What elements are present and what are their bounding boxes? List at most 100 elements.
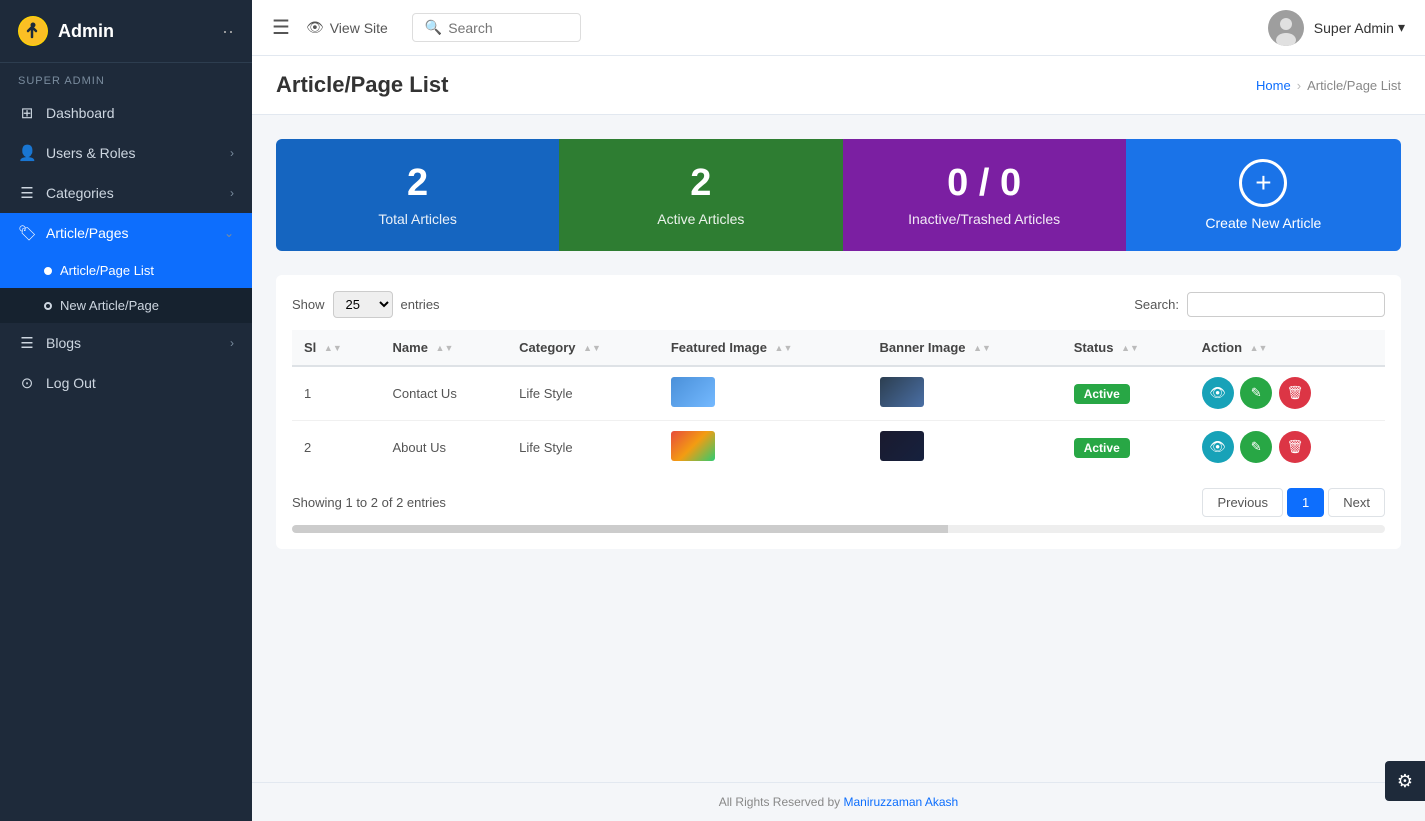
plus-icon: + bbox=[1239, 159, 1287, 207]
view-site-link[interactable]: 👁 View Site bbox=[306, 19, 388, 36]
avatar bbox=[1268, 10, 1304, 46]
create-label: Create New Article bbox=[1205, 215, 1321, 231]
show-label: Show bbox=[292, 297, 325, 312]
sidebar-sub-item-new-article[interactable]: New Article/Page bbox=[0, 288, 252, 323]
sidebar-item-dashboard[interactable]: ⊞ Dashboard bbox=[0, 93, 252, 133]
breadcrumb-home[interactable]: Home bbox=[1256, 78, 1291, 93]
settings-icon: ⚙ bbox=[1397, 771, 1413, 792]
table-search: Search: bbox=[1134, 292, 1385, 317]
scrollbar[interactable] bbox=[292, 525, 1385, 533]
active-articles-card[interactable]: 2 Active Articles bbox=[559, 139, 842, 251]
previous-button[interactable]: Previous bbox=[1202, 488, 1283, 517]
sidebar-item-article-pages[interactable]: 🏷 Article/Pages ⌄ bbox=[0, 213, 252, 253]
cell-sl: 1 bbox=[292, 366, 381, 421]
entries-select[interactable]: 25 10 50 100 bbox=[333, 291, 393, 318]
featured-image-thumb bbox=[671, 377, 715, 407]
total-articles-label: Total Articles bbox=[378, 211, 457, 227]
edit-button[interactable]: ✎ bbox=[1240, 431, 1272, 463]
username-label[interactable]: Super Admin ▾ bbox=[1314, 19, 1405, 36]
cell-sl: 2 bbox=[292, 420, 381, 474]
search-label: Search: bbox=[1134, 297, 1179, 312]
sidebar-sub-menu: Article/Page List New Article/Page bbox=[0, 253, 252, 323]
sort-icon[interactable]: ▲▼ bbox=[436, 344, 454, 353]
table-controls: Show 25 10 50 100 entries Search: bbox=[292, 291, 1385, 318]
chevron-icon: › bbox=[230, 336, 234, 350]
view-button[interactable]: 👁 bbox=[1202, 431, 1234, 463]
create-article-card[interactable]: + Create New Article bbox=[1126, 139, 1401, 251]
blogs-icon: ☰ bbox=[18, 334, 36, 352]
sidebar-item-label: Categories bbox=[46, 185, 220, 201]
search-input[interactable] bbox=[448, 20, 568, 36]
col-status: Status ▲▼ bbox=[1062, 330, 1190, 366]
chevron-down-icon: ⌄ bbox=[224, 226, 234, 240]
pagination-row: Showing 1 to 2 of 2 entries Previous 1 N… bbox=[292, 488, 1385, 517]
cell-category: Life Style bbox=[507, 420, 659, 474]
sidebar-item-blogs[interactable]: ☰ Blogs › bbox=[0, 323, 252, 363]
dot-icon bbox=[44, 267, 52, 275]
cell-action: 👁 ✎ 🗑 bbox=[1190, 420, 1385, 474]
article-icon: 🏷 bbox=[18, 224, 36, 242]
view-button[interactable]: 👁 bbox=[1202, 377, 1234, 409]
sort-icon[interactable]: ▲▼ bbox=[1121, 344, 1139, 353]
stat-cards: 2 Total Articles 2 Active Articles 0 / 0… bbox=[276, 139, 1401, 251]
sidebar-item-label: Dashboard bbox=[46, 105, 234, 121]
sidebar-item-users-roles[interactable]: 👤 Users & Roles › bbox=[0, 133, 252, 173]
delete-button[interactable]: 🗑 bbox=[1279, 431, 1311, 463]
next-button[interactable]: Next bbox=[1328, 488, 1385, 517]
topbar-right: Super Admin ▾ bbox=[1268, 10, 1405, 46]
sort-icon[interactable]: ▲▼ bbox=[1250, 344, 1268, 353]
inactive-label: Inactive/Trashed Articles bbox=[908, 211, 1060, 227]
sort-icon[interactable]: ▲▼ bbox=[583, 344, 601, 353]
delete-button[interactable]: 🗑 bbox=[1279, 377, 1311, 409]
topbar: ☰ 👁 View Site 🔍 Super Admin bbox=[252, 0, 1425, 56]
total-articles-card[interactable]: 2 Total Articles bbox=[276, 139, 559, 251]
users-icon: 👤 bbox=[18, 144, 36, 162]
footer: All Rights Reserved by Maniruzzaman Akas… bbox=[252, 782, 1425, 821]
inactive-count: 0 / 0 bbox=[947, 163, 1021, 205]
sidebar-sub-item-article-list[interactable]: Article/Page List bbox=[0, 253, 252, 288]
sidebar-item-label: Log Out bbox=[46, 375, 234, 391]
sort-icon[interactable]: ▲▼ bbox=[324, 344, 342, 353]
col-action: Action ▲▼ bbox=[1190, 330, 1385, 366]
chevron-icon: › bbox=[230, 186, 234, 200]
dashboard-icon: ⊞ bbox=[18, 104, 36, 122]
sub-item-label: New Article/Page bbox=[60, 298, 159, 313]
cell-category: Life Style bbox=[507, 366, 659, 421]
username-text: Super Admin bbox=[1314, 20, 1394, 36]
sidebar: Admin ·· Super Admin ⊞ Dashboard 👤 Users… bbox=[0, 0, 252, 821]
sort-icon[interactable]: ▲▼ bbox=[973, 344, 991, 353]
sidebar-item-categories[interactable]: ☰ Categories › bbox=[0, 173, 252, 213]
sort-icon[interactable]: ▲▼ bbox=[775, 344, 793, 353]
content-header: Article/Page List Home › Article/Page Li… bbox=[252, 56, 1425, 115]
cell-action: 👁 ✎ 🗑 bbox=[1190, 366, 1385, 421]
banner-image-thumb bbox=[880, 431, 924, 461]
footer-author-link[interactable]: Maniruzzaman Akash bbox=[843, 795, 958, 809]
sidebar-item-label: Article/Pages bbox=[46, 225, 214, 241]
cell-status: Active bbox=[1062, 420, 1190, 474]
pagination-controls: Previous 1 Next bbox=[1202, 488, 1385, 517]
settings-fab[interactable]: ⚙ bbox=[1385, 761, 1425, 801]
cell-featured-image bbox=[659, 420, 868, 474]
show-entries: Show 25 10 50 100 entries bbox=[292, 291, 440, 318]
active-articles-label: Active Articles bbox=[657, 211, 744, 227]
total-articles-count: 2 bbox=[407, 163, 428, 205]
inactive-articles-card[interactable]: 0 / 0 Inactive/Trashed Articles bbox=[843, 139, 1126, 251]
logout-icon: ⊙ bbox=[18, 374, 36, 392]
col-category: Category ▲▼ bbox=[507, 330, 659, 366]
dropdown-icon: ▾ bbox=[1398, 19, 1405, 36]
cell-name: About Us bbox=[381, 420, 508, 474]
table-search-input[interactable] bbox=[1187, 292, 1385, 317]
table-row: 1 Contact Us Life Style Act bbox=[292, 366, 1385, 421]
hamburger-icon[interactable]: ☰ bbox=[272, 15, 290, 40]
col-featured-image: Featured Image ▲▼ bbox=[659, 330, 868, 366]
sidebar-item-logout[interactable]: ⊙ Log Out bbox=[0, 363, 252, 403]
sidebar-dots: ·· bbox=[222, 21, 234, 42]
table-row: 2 About Us Life Style Activ bbox=[292, 420, 1385, 474]
table-body: 1 Contact Us Life Style Act bbox=[292, 366, 1385, 474]
breadcrumb: Home › Article/Page List bbox=[1256, 78, 1401, 93]
edit-button[interactable]: ✎ bbox=[1240, 377, 1272, 409]
sub-item-label: Article/Page List bbox=[60, 263, 154, 278]
page-1-button[interactable]: 1 bbox=[1287, 488, 1324, 517]
search-box[interactable]: 🔍 bbox=[412, 13, 581, 42]
eye-icon: 👁 bbox=[306, 19, 324, 36]
